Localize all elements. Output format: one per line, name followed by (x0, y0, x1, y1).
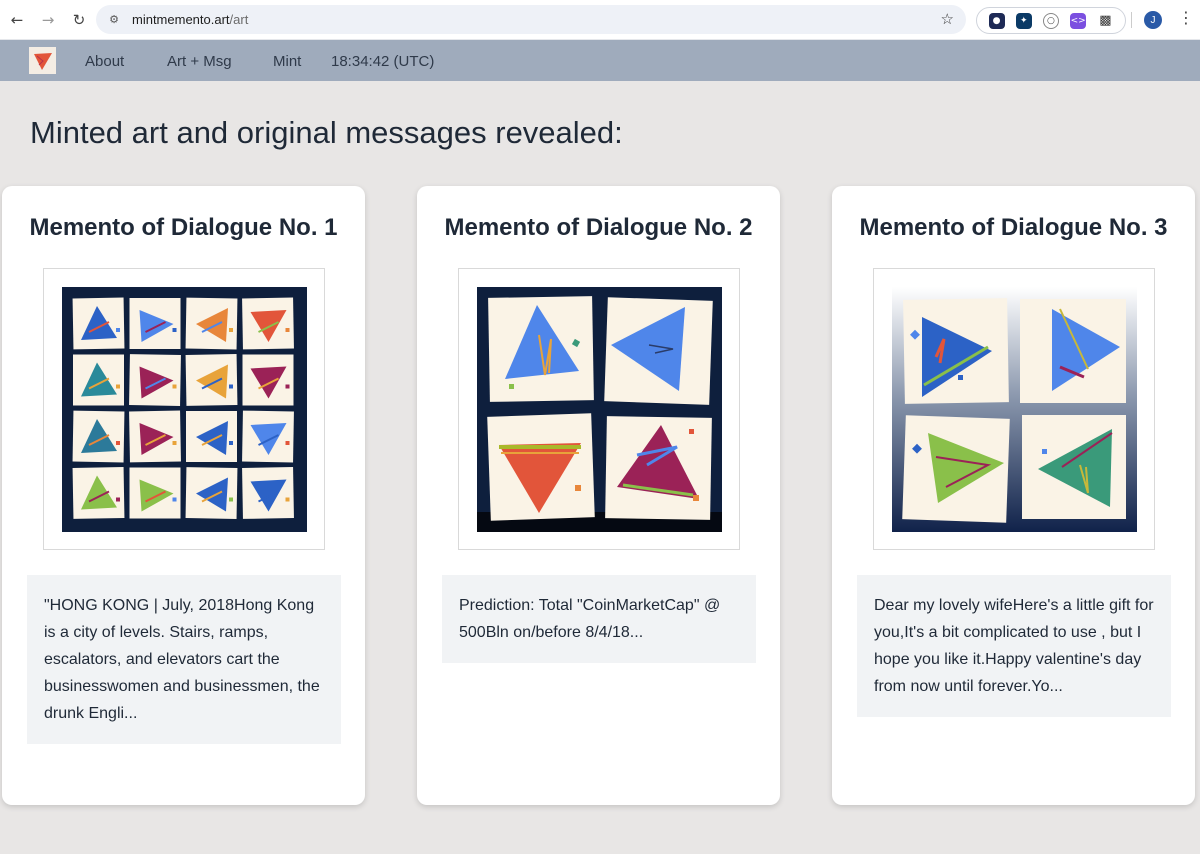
address-bar[interactable]: ⚙ mintmemento.art/art ☆ (96, 5, 966, 34)
artwork-image-3 (891, 286, 1137, 532)
art-square (285, 440, 289, 445)
message-box: Prediction: Total "CoinMarketCap" @ 500B… (442, 575, 756, 663)
nav-buttons: ← → ↻ (6, 9, 90, 31)
artwork-frame[interactable] (43, 268, 325, 550)
art-square (228, 497, 233, 501)
art-square (115, 440, 120, 445)
art-square (228, 327, 233, 332)
site-navbar: About Art + Msg Mint 18:34:42 (UTC) (0, 40, 1200, 81)
page-title: Minted art and original messages reveale… (30, 115, 623, 150)
back-arrow-icon[interactable]: ← (6, 9, 28, 31)
message-text: "HONG KONG | July, 2018Hong Kong is a ci… (44, 597, 320, 722)
toolbar-divider (1131, 12, 1132, 28)
logo-triangle-icon (33, 52, 52, 70)
card-title: Memento of Dialogue No. 1 (29, 214, 338, 241)
artwork-frame[interactable] (873, 268, 1155, 550)
url-text[interactable]: mintmemento.art/art (132, 12, 248, 27)
nav-art-msg-link[interactable]: Art + Msg (167, 53, 232, 70)
message-text: Prediction: Total "CoinMarketCap" @ 500B… (459, 597, 721, 641)
extension-3-icon[interactable]: ○ (1042, 12, 1059, 29)
forward-arrow-icon[interactable]: → (37, 9, 59, 31)
art-square (285, 497, 289, 501)
url-host: mintmemento.art (132, 12, 230, 27)
browser-toolbar: ← → ↻ ⚙ mintmemento.art/art ☆ ● ✦ ○ <> ▩… (0, 0, 1200, 40)
art-square (172, 497, 176, 501)
bookmark-star-icon[interactable]: ☆ (941, 10, 954, 28)
art-square (172, 384, 176, 388)
extension-2-icon[interactable]: ✦ (1015, 12, 1032, 29)
nav-mint-link[interactable]: Mint (273, 53, 301, 70)
art-square (115, 497, 120, 501)
art-square (228, 440, 233, 445)
art-card-2: Memento of Dialogue No. 2 Prediction: To… (417, 186, 780, 805)
artwork-frame[interactable] (458, 268, 740, 550)
art-square (228, 384, 233, 388)
site-logo[interactable] (29, 47, 56, 74)
art-square (172, 440, 176, 445)
card-title: Memento of Dialogue No. 3 (859, 214, 1168, 241)
url-path: /art (229, 12, 249, 27)
art-square (115, 384, 120, 388)
artwork-image-2 (476, 286, 722, 532)
extensions-bar: ● ✦ ○ <> ▩ (976, 7, 1126, 34)
artwork-image-1 (61, 286, 307, 532)
extension-1-icon[interactable]: ● (988, 12, 1005, 29)
profile-avatar[interactable]: J (1144, 11, 1162, 29)
more-vert-icon[interactable]: ⋮ (1178, 8, 1194, 27)
art-square (115, 327, 120, 332)
puzzle-icon[interactable]: ▩ (1097, 13, 1113, 29)
reload-icon[interactable]: ↻ (68, 9, 90, 31)
nav-about-link[interactable]: About (85, 53, 124, 70)
message-box: Dear my lovely wifeHere's a little gift … (857, 575, 1171, 717)
art-card-1: Memento of Dialogue No. 1 "HONG KONG | J… (2, 186, 365, 805)
extension-4-icon[interactable]: <> (1070, 12, 1087, 29)
site-settings-icon[interactable]: ⚙ (106, 12, 122, 28)
art-square (172, 327, 176, 332)
art-square (285, 384, 289, 388)
message-text: Dear my lovely wifeHere's a little gift … (874, 597, 1154, 695)
card-title: Memento of Dialogue No. 2 (444, 214, 753, 241)
utc-clock: 18:34:42 (UTC) (331, 53, 435, 70)
art-square (285, 327, 289, 332)
message-box: "HONG KONG | July, 2018Hong Kong is a ci… (27, 575, 341, 744)
art-card-3: Memento of Dialogue No. 3 Dear my lovely… (832, 186, 1195, 805)
